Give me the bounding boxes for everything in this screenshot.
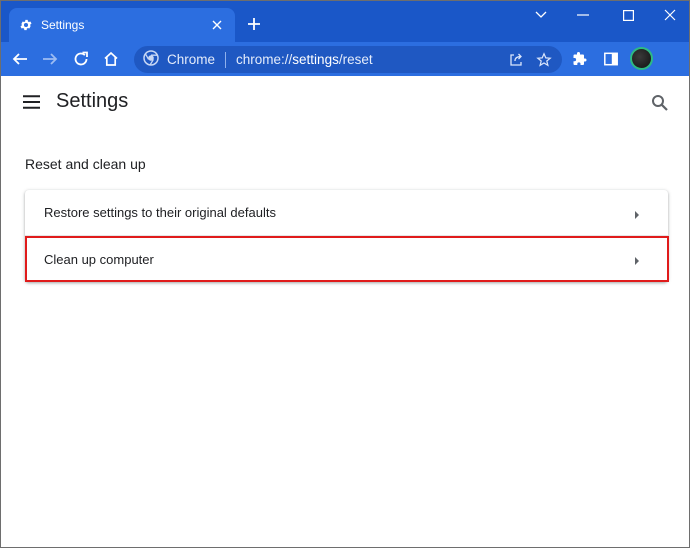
gear-icon: [19, 18, 33, 32]
site-chip-label: Chrome: [167, 52, 216, 67]
search-icon[interactable]: [651, 94, 669, 112]
section-title: Reset and clean up: [25, 156, 146, 172]
restore-defaults-label: Restore settings to their original defau…: [44, 205, 276, 220]
extensions-button[interactable]: [567, 46, 593, 72]
side-panel-button[interactable]: [598, 46, 624, 72]
new-tab-button[interactable]: [244, 14, 264, 34]
tab-strip: Settings: [1, 1, 689, 42]
page-title: Settings: [56, 90, 129, 112]
arrow-right-icon: [634, 254, 642, 265]
forward-button[interactable]: [37, 46, 63, 72]
close-icon[interactable]: [207, 15, 227, 35]
url-path: /reset: [338, 52, 373, 67]
clean-up-computer-label: Clean up computer: [44, 251, 154, 267]
restore-defaults-row[interactable]: Restore settings to their original defau…: [25, 190, 668, 236]
arrow-right-icon: [634, 208, 642, 219]
maximize-button[interactable]: [606, 1, 650, 29]
menu-icon[interactable]: [23, 95, 41, 109]
browser-window: Settings Chrome chrome://settings/reset …: [0, 0, 690, 548]
clean-up-computer-row[interactable]: Clean up computer: [25, 236, 668, 282]
settings-header: Settings: [1, 76, 689, 128]
reload-button[interactable]: [68, 46, 94, 72]
close-window-button[interactable]: [648, 1, 689, 29]
tab-search-button[interactable]: [519, 1, 563, 29]
omnibox-divider: [225, 51, 227, 68]
reset-card: Restore settings to their original defau…: [25, 190, 668, 282]
share-icon[interactable]: [506, 50, 526, 70]
profile-avatar[interactable]: [630, 47, 653, 70]
url-scheme: chrome://: [236, 52, 293, 67]
bookmark-star-icon[interactable]: [534, 50, 554, 70]
url-host: settings: [292, 52, 339, 67]
back-button[interactable]: [7, 46, 33, 72]
chrome-logo-icon: [143, 50, 159, 69]
site-info-chip[interactable]: Chrome: [134, 50, 215, 69]
minimize-button[interactable]: [561, 1, 605, 29]
toolbar: Chrome chrome://settings/reset: [1, 42, 689, 76]
address-bar[interactable]: Chrome chrome://settings/reset: [134, 46, 562, 73]
tab-settings[interactable]: Settings: [9, 8, 235, 42]
tab-title: Settings: [41, 18, 85, 32]
home-button[interactable]: [98, 46, 124, 72]
url-text[interactable]: chrome://settings/reset: [236, 52, 373, 67]
